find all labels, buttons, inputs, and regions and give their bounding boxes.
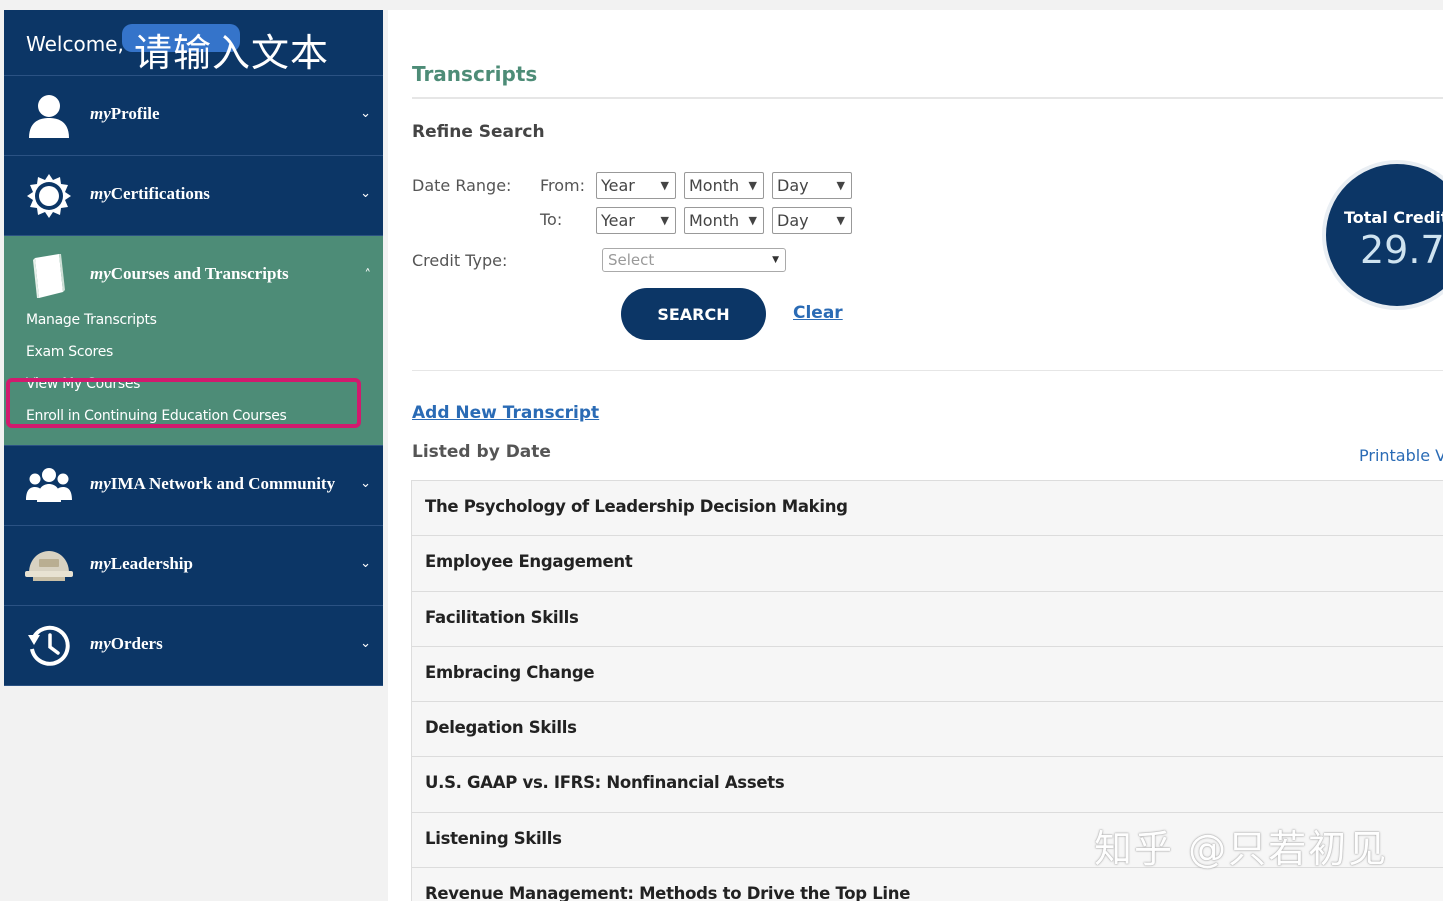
chevron-down-icon: ⌄ — [360, 476, 371, 491]
chevron-down-icon: ▼ — [836, 179, 845, 192]
user-icon — [24, 92, 74, 140]
chevron-down-icon: ▼ — [660, 214, 669, 227]
chevron-down-icon: ⌄ — [360, 556, 371, 571]
highlight-annotation-box — [6, 378, 361, 428]
credit-type-label: Credit Type: — [412, 251, 508, 270]
total-credits-badge: Total Credits 29.7 — [1322, 160, 1443, 310]
clear-link[interactable]: Clear — [793, 303, 843, 323]
select-value: Year — [601, 211, 635, 230]
to-month-select[interactable]: Month ▼ — [684, 207, 764, 234]
select-value: Month — [689, 176, 740, 195]
chevron-down-icon: ▼ — [748, 179, 757, 192]
from-label: From: — [540, 176, 586, 195]
sidebar-item-label: myCertifications — [90, 184, 210, 203]
refine-search-heading: Refine Search — [412, 122, 545, 142]
from-month-select[interactable]: Month ▼ — [684, 172, 764, 199]
to-year-select[interactable]: Year ▼ — [596, 207, 676, 234]
history-icon — [24, 622, 74, 670]
transcript-row[interactable]: Facilitation Skills — [412, 590, 1443, 646]
date-range-label: Date Range: — [412, 176, 512, 195]
select-value: Year — [601, 176, 635, 195]
from-year-select[interactable]: Year ▼ — [596, 172, 676, 199]
sidebar-item-certifications[interactable]: myCertifications ⌄ — [4, 156, 383, 236]
chevron-down-icon: ⌄ — [360, 186, 371, 201]
page-title: Transcripts — [412, 62, 538, 86]
to-day-select[interactable]: Day ▼ — [772, 207, 852, 234]
submenu-exam-scores[interactable]: Exam Scores — [26, 342, 157, 374]
main-content: Transcripts Refine Search Date Range: Fr… — [388, 10, 1443, 901]
caret-down-icon: ▼ — [772, 255, 779, 265]
sidebar-item-courses-transcripts[interactable]: myCourses and Transcripts ˄ Manage Trans… — [4, 236, 383, 446]
watermark-text: 知乎 @只若初见 — [1094, 827, 1389, 871]
select-value: Day — [777, 176, 809, 195]
select-value: Month — [689, 211, 740, 230]
to-label: To: — [540, 210, 563, 229]
sidebar: Welcome, 请输入文本 myProfile ⌄ myCertificati… — [4, 10, 383, 686]
welcome-header: Welcome, 请输入文本 — [4, 10, 383, 76]
leadership-icon — [24, 542, 74, 590]
sidebar-item-label: myLeadership — [90, 554, 193, 573]
sidebar-item-label: myCourses and Transcripts — [90, 264, 289, 283]
divider — [412, 370, 1443, 371]
community-icon — [24, 462, 74, 510]
transcript-row[interactable]: Employee Engagement — [412, 535, 1443, 591]
sidebar-item-orders[interactable]: myOrders ⌄ — [4, 606, 383, 686]
sidebar-item-label: myProfile — [90, 104, 160, 123]
listed-by-heading: Listed by Date — [412, 442, 551, 462]
divider — [412, 97, 1443, 99]
book-icon — [24, 252, 74, 300]
badge-icon — [24, 172, 74, 220]
welcome-text: Welcome, — [26, 32, 124, 56]
transcript-row[interactable]: The Psychology of Leadership Decision Ma… — [412, 480, 1443, 536]
submenu-manage-transcripts[interactable]: Manage Transcripts — [26, 310, 157, 342]
transcript-row[interactable]: Delegation Skills — [412, 701, 1443, 757]
select-value: Day — [777, 211, 809, 230]
chevron-down-icon: ▼ — [748, 214, 757, 227]
chevron-down-icon: ⌄ — [360, 106, 371, 121]
total-credits-value: 29.7 — [1360, 228, 1443, 272]
transcript-row[interactable]: Embracing Change — [412, 645, 1443, 702]
printable-view-link[interactable]: Printable Vi — [1359, 446, 1443, 465]
chevron-up-icon: ˄ — [364, 268, 372, 283]
from-day-select[interactable]: Day ▼ — [772, 172, 852, 199]
sidebar-item-label: myIMA Network and Community — [90, 474, 336, 493]
chevron-down-icon: ▼ — [836, 214, 845, 227]
transcript-row[interactable]: U.S. GAAP vs. IFRS: Nonfinancial Assets — [412, 756, 1443, 812]
select-value: Select — [608, 251, 655, 269]
sidebar-item-leadership[interactable]: myLeadership ⌄ — [4, 526, 383, 606]
sidebar-item-profile[interactable]: myProfile ⌄ — [4, 76, 383, 156]
sidebar-item-network-community[interactable]: myIMA Network and Community ⌄ — [4, 446, 383, 526]
chevron-down-icon: ⌄ — [360, 636, 371, 651]
add-new-transcript-link[interactable]: Add New Transcript — [412, 403, 599, 423]
credit-type-select[interactable]: Select ▼ — [602, 248, 786, 272]
overlay-text: 请输入文本 — [134, 31, 330, 75]
chevron-down-icon: ▼ — [660, 179, 669, 192]
total-credits-label: Total Credits — [1344, 208, 1443, 227]
sidebar-item-label: myOrders — [90, 634, 163, 653]
search-button[interactable]: SEARCH — [621, 288, 766, 340]
